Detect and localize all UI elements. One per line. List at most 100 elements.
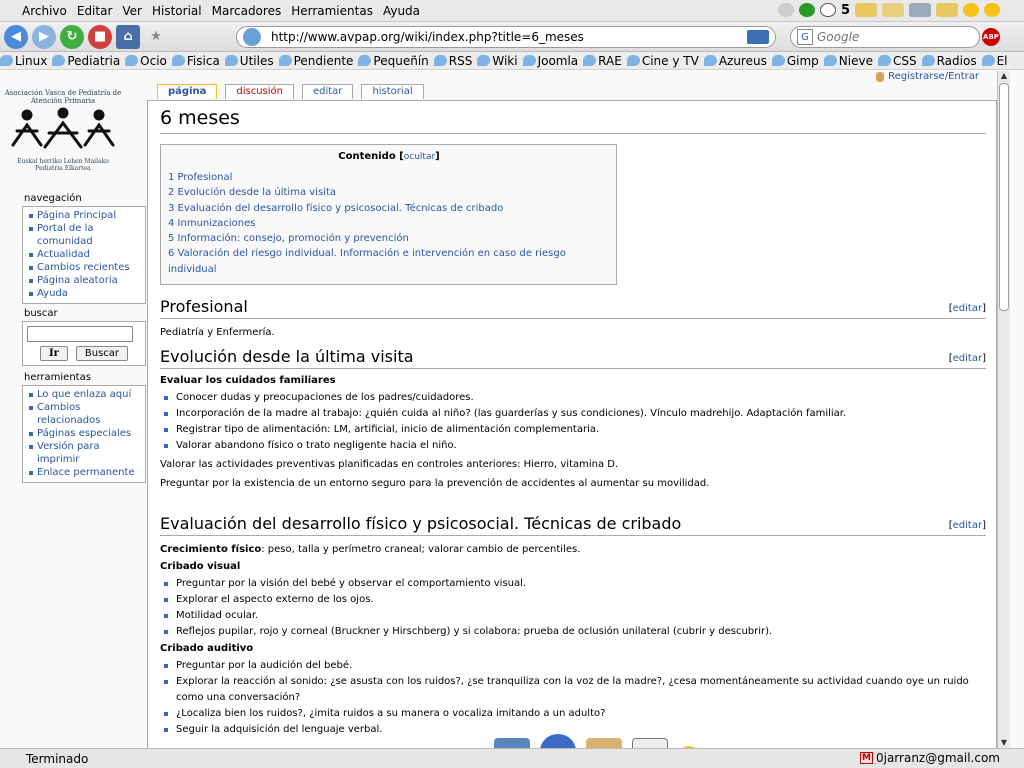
toc-link[interactable]: 2 Evolución desde la última visita [168,185,610,200]
weather-sun-icon-2[interactable] [984,3,1000,17]
bookmark-item[interactable]: CSS [877,54,917,68]
bookmark-item[interactable]: Gimp [771,54,819,68]
bookmark-item[interactable]: Pendiente [278,54,354,68]
rss-feed-icon[interactable] [747,30,769,44]
login-link[interactable]: Registrarse/Entrar [876,71,979,82]
bookmark-item[interactable]: El [981,54,1008,68]
stop-icon[interactable]: ■ [88,24,112,49]
vertical-scrollbar[interactable]: ▲ ▼ [997,71,1010,748]
bookmark-label[interactable]: Ocio [140,54,167,68]
mail-notifier[interactable]: M 0jarranz@gmail.com [860,751,1000,765]
site-logo[interactable]: Asociación Vasca de Pediatría de Atenció… [3,89,123,183]
bookmark-label[interactable]: Radios [937,54,977,68]
adblock-icon[interactable]: ABP [982,28,1000,46]
sidebar-nav-link[interactable]: Página aleatoria [28,274,142,287]
tab-page[interactable]: página [157,84,218,99]
menu-archivo[interactable]: Archivo [0,4,72,18]
bookmark-label[interactable]: RSS [449,54,473,68]
sidebar-nav-link[interactable]: Cambios recientes [28,261,142,274]
status-green-icon[interactable] [798,3,815,17]
scroll-up-icon[interactable]: ▲ [999,71,1009,81]
bookmark-label[interactable]: CSS [893,54,917,68]
mail-account[interactable]: 0jarranz@gmail.com [876,751,1000,765]
reload-icon[interactable]: ↻ [60,24,84,49]
bookmark-label[interactable]: Pendiente [294,54,354,68]
go-button[interactable]: Ir [39,346,68,361]
bookmark-item[interactable]: Wiki [477,54,518,68]
toc-link[interactable]: 3 Evaluación del desarrollo físico y psi… [168,201,610,216]
menu-editar[interactable]: Editar [72,4,118,18]
weather-rain-icon[interactable] [909,3,931,17]
bookmark-label[interactable]: Azureus [719,54,767,68]
bookmark-item[interactable]: Pequeñín [358,54,429,68]
bookmark-item[interactable]: Utiles [224,54,274,68]
bookmark-item[interactable]: Joomla [522,54,579,68]
bookmark-label[interactable]: Wiki [492,54,517,68]
network-icon[interactable] [777,3,794,17]
sidebar-tool-link[interactable]: Páginas especiales [28,427,142,440]
bookmark-item[interactable]: Radios [921,54,977,68]
bookmark-label[interactable]: Utiles [240,54,274,68]
bookmark-label[interactable]: Linux [15,54,47,68]
toc-link[interactable]: 5 Información: consejo, promoción y prev… [168,231,610,246]
bookmark-label[interactable]: Pequeñín [373,54,428,68]
weather-sun-cloud-icon[interactable] [936,3,958,17]
menu-marcadores[interactable]: Marcadores [207,4,287,18]
address-bar[interactable]: http://www.avpap.org/wiki/index.php?titl… [236,26,776,48]
bookmark-item[interactable]: Nieve [823,54,873,68]
weather-cloud-icon[interactable] [855,3,877,17]
home-icon[interactable]: ⌂ [116,24,140,49]
toc-link[interactable]: 6 Valoración del riesgo individual. Info… [168,246,610,277]
menu-ver[interactable]: Ver [117,4,147,18]
bookmark-label[interactable]: El [997,54,1008,68]
clock-icon[interactable] [819,3,836,17]
bookmark-item[interactable]: Pediatria [52,54,120,68]
site-identity-icon[interactable] [243,28,261,46]
login-link-label[interactable]: Registrarse/Entrar [888,71,979,82]
scroll-down-icon[interactable]: ▼ [999,738,1009,748]
bookmark-label[interactable]: Cine y TV [642,54,699,68]
tab-discussion[interactable]: discusión [225,84,294,99]
sidebar-nav-link[interactable]: Ayuda [28,287,142,300]
bookmark-label[interactable]: Joomla [538,54,579,68]
sidebar-tool-link[interactable]: Cambios relacionados [28,401,142,427]
wiki-search-input[interactable] [27,326,133,342]
sidebar-tool-link[interactable]: Enlace permanente [28,466,142,479]
bookmark-item[interactable]: Linux [0,54,47,68]
bookmark-label[interactable]: Pediatria [67,54,120,68]
sidebar-nav-link[interactable]: Portal de la comunidad [28,222,142,248]
toc-link[interactable]: 4 Inmunizaciones [168,216,610,231]
bookmark-item[interactable]: Azureus [703,54,767,68]
bookmark-label[interactable]: Nieve [839,54,873,68]
google-engine-icon[interactable]: G [797,29,813,45]
weather-cloud-icon-2[interactable] [882,3,904,17]
tab-history[interactable]: historial [361,84,424,99]
bookmark-label[interactable]: Gimp [787,54,819,68]
edit-link[interactable]: editar [953,353,982,364]
back-icon[interactable]: ◀ [4,24,28,49]
url-text[interactable]: http://www.avpap.org/wiki/index.php?titl… [271,30,584,44]
sidebar-nav-link[interactable]: Actualidad [28,248,142,261]
menu-herramientas[interactable]: Herramientas [286,4,378,18]
sidebar-tool-link[interactable]: Versión para imprimir [28,440,142,466]
gmail-icon[interactable]: M [860,752,873,764]
search-bar[interactable]: G [790,26,980,48]
edit-link[interactable]: editar [953,520,982,531]
menu-ayuda[interactable]: Ayuda [378,4,425,18]
scroll-thumb[interactable] [999,83,1009,311]
search-input[interactable] [817,30,957,44]
toc-link[interactable]: 1 Profesional [168,170,610,185]
bookmark-item[interactable]: Ocio [125,54,167,68]
bookmark-item[interactable]: RAE [583,54,622,68]
bookmark-star-icon[interactable]: ★ [144,25,168,49]
toc-toggle-link[interactable]: ocultar [404,152,435,162]
weather-sun-icon[interactable] [963,3,979,17]
bookmark-item[interactable]: RSS [433,54,473,68]
tab-edit[interactable]: editar [301,84,354,99]
bookmark-item[interactable]: Fisica [171,54,220,68]
sidebar-nav-link[interactable]: Página Principal [28,209,142,222]
bookmark-label[interactable]: RAE [598,54,622,68]
forward-icon[interactable]: ▶ [32,24,56,49]
sidebar-tool-link[interactable]: Lo que enlaza aquí [28,388,142,401]
bookmark-item[interactable]: Cine y TV [626,54,699,68]
